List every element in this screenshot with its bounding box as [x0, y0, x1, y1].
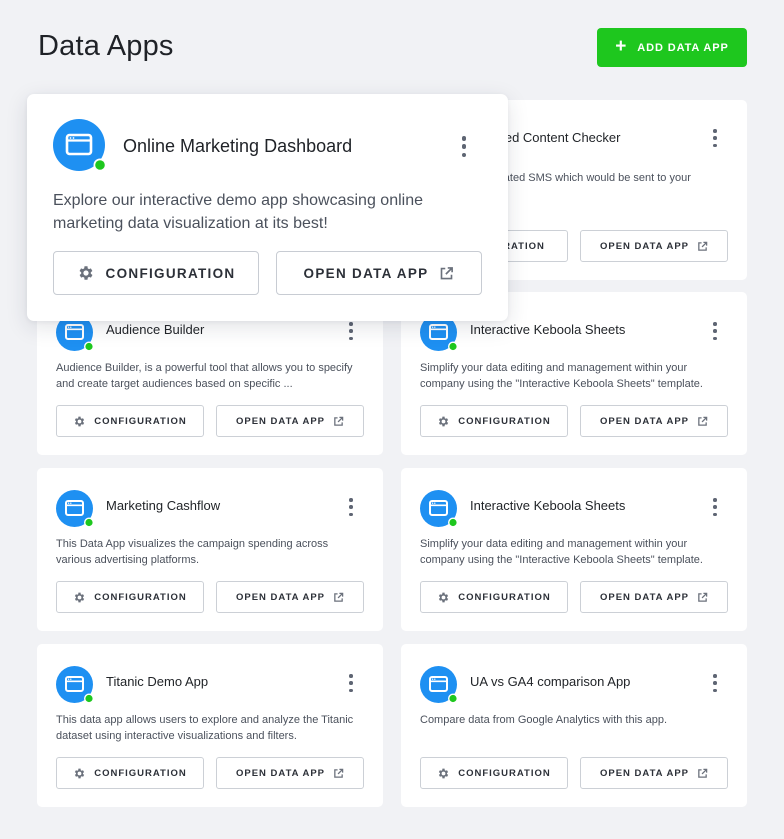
- gear-icon: [75, 416, 85, 426]
- app-card-description: Compare data from Google Analytics with …: [420, 714, 668, 726]
- app-icon: [420, 490, 458, 528]
- open-data-app-label: OPEN DATA APP: [599, 767, 689, 779]
- external-link-icon: [441, 266, 454, 279]
- gear-icon: [75, 592, 85, 602]
- gear-icon: [439, 768, 449, 778]
- open-data-app-button[interactable]: OPEN DATA APP: [216, 405, 364, 437]
- configuration-button[interactable]: CONFIGURATION: [420, 581, 568, 613]
- open-data-app-label: OPEN DATA APP: [599, 415, 689, 427]
- app-card-description: erated SMS which would be sent to your: [494, 172, 691, 184]
- app-card-title: UA vs GA4 comparison App: [470, 674, 631, 689]
- app-icon: [56, 666, 94, 704]
- more-options-icon[interactable]: [343, 674, 359, 692]
- app-card-description: This Data App visualizes the campaign sp…: [56, 538, 329, 566]
- page-title: Data Apps: [38, 30, 174, 62]
- app-card-title: Audience Builder: [106, 322, 205, 337]
- gear-icon: [439, 416, 449, 426]
- configuration-label: CONFIGURATION: [458, 591, 551, 603]
- app-card-description: Simplify your data editing and managemen…: [420, 362, 703, 390]
- open-data-app-button[interactable]: OPEN DATA APP: [276, 251, 482, 295]
- external-link-icon: [698, 768, 708, 778]
- app-icon: [420, 666, 458, 704]
- app-card-description: This data app allows users to explore an…: [56, 714, 354, 742]
- app-card-title: ated Content Checker: [494, 130, 621, 145]
- status-online-icon: [85, 694, 93, 703]
- configuration-button[interactable]: CONFIGURATION: [420, 757, 568, 789]
- status-online-icon: [85, 518, 93, 527]
- more-options-icon[interactable]: [707, 322, 723, 340]
- configuration-label: CONFIGURATION: [458, 767, 551, 779]
- more-options-icon[interactable]: [343, 498, 359, 516]
- status-online-icon: [449, 694, 457, 703]
- open-data-app-label: OPEN DATA APP: [235, 415, 325, 427]
- open-data-app-button[interactable]: OPEN DATA APP: [216, 757, 364, 789]
- open-data-app-label: OPEN DATA APP: [303, 265, 429, 281]
- external-link-icon: [698, 241, 708, 251]
- plus-icon: +: [615, 36, 628, 57]
- open-data-app-button[interactable]: OPEN DATA APP: [580, 581, 728, 613]
- app-icon: [56, 490, 94, 528]
- configuration-button[interactable]: CONFIGURATION: [56, 757, 204, 789]
- open-data-app-label: OPEN DATA APP: [235, 591, 325, 603]
- app-card-description: Simplify your data editing and managemen…: [420, 538, 703, 566]
- app-card-title: Interactive Keboola Sheets: [470, 322, 626, 337]
- more-options-icon[interactable]: [459, 136, 469, 157]
- open-data-app-button[interactable]: OPEN DATA APP: [580, 757, 728, 789]
- status-online-icon: [449, 518, 457, 527]
- app-card-title: Interactive Keboola Sheets: [470, 498, 626, 513]
- open-data-app-label: OPEN DATA APP: [599, 240, 689, 252]
- external-link-icon: [334, 768, 344, 778]
- configuration-button[interactable]: CONFIGURATION: [56, 405, 204, 437]
- gear-icon: [79, 266, 92, 280]
- external-link-icon: [698, 416, 708, 426]
- open-data-app-button[interactable]: OPEN DATA APP: [216, 581, 364, 613]
- external-link-icon: [334, 416, 344, 426]
- status-online-icon: [95, 160, 105, 170]
- gear-icon: [439, 592, 449, 602]
- data-apps-page: Data Apps + ADD DATA APP ated Content Ch…: [0, 0, 784, 839]
- app-card-title: Titanic Demo App: [106, 674, 209, 689]
- open-data-app-button[interactable]: OPEN DATA APP: [580, 405, 728, 437]
- external-link-icon: [698, 592, 708, 602]
- app-card-title: Online Marketing Dashboard: [123, 136, 353, 156]
- app-icon: [53, 119, 107, 173]
- gear-icon: [75, 768, 85, 778]
- configuration-label: CONFIGURATION: [458, 415, 551, 427]
- configuration-label: CONFIGURATION: [94, 767, 187, 779]
- configuration-label: CONFIGURATION: [105, 265, 236, 281]
- app-card-5[interactable]: UA vs GA4 comparison App Compare data fr…: [401, 644, 747, 807]
- more-options-icon[interactable]: [707, 498, 723, 516]
- more-options-icon[interactable]: [707, 129, 723, 147]
- more-options-icon[interactable]: [343, 322, 359, 340]
- open-data-app-label: OPEN DATA APP: [599, 591, 689, 603]
- app-card-4[interactable]: Titanic Demo App This data app allows us…: [37, 644, 383, 807]
- status-online-icon: [449, 342, 457, 351]
- app-card-description: Explore our interactive demo app showcas…: [53, 192, 423, 232]
- app-card-2[interactable]: Marketing Cashflow This Data App visuali…: [37, 468, 383, 631]
- featured-app-card[interactable]: Online Marketing Dashboard Explore our i…: [27, 94, 508, 321]
- configuration-button[interactable]: CONFIGURATION: [56, 581, 204, 613]
- add-data-app-button[interactable]: + ADD DATA APP: [597, 28, 747, 67]
- app-card-3[interactable]: Interactive Keboola Sheets Simplify your…: [401, 468, 747, 631]
- open-data-app-label: OPEN DATA APP: [235, 767, 325, 779]
- status-online-icon: [85, 342, 93, 351]
- add-data-app-label: ADD DATA APP: [637, 41, 729, 54]
- app-card-title: Marketing Cashflow: [106, 498, 221, 513]
- configuration-label: CONFIGURATION: [94, 415, 187, 427]
- configuration-button[interactable]: CONFIGURATION: [420, 405, 568, 437]
- app-card-description: Audience Builder, is a powerful tool tha…: [56, 362, 353, 390]
- configuration-label: RATION: [503, 240, 545, 252]
- external-link-icon: [334, 592, 344, 602]
- more-options-icon[interactable]: [707, 674, 723, 692]
- configuration-button[interactable]: CONFIGURATION: [53, 251, 259, 295]
- open-data-app-button[interactable]: OPEN DATA APP: [580, 230, 728, 262]
- configuration-label: CONFIGURATION: [94, 591, 187, 603]
